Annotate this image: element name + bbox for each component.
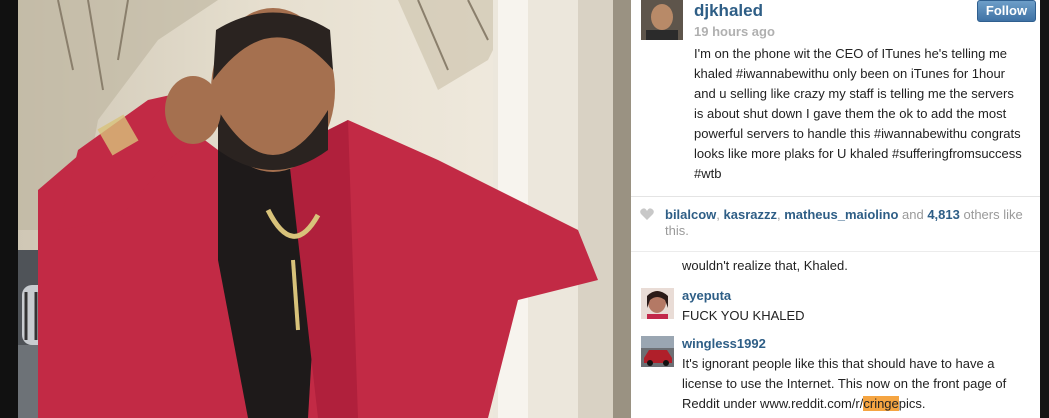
comment-text: wouldn't realize that, Khaled. — [682, 258, 848, 273]
post-side-panel: djkhaled 19 hours ago Follow I'm on the … — [631, 0, 1040, 418]
likes-section: bilalcow, kasrazzz, matheus_maiolino and… — [631, 196, 1040, 252]
comments-list: wouldn't realize that, Khaled. ayeputa F… — [631, 252, 1040, 418]
likes-and: and — [898, 207, 928, 222]
heart-icon[interactable] — [640, 208, 654, 220]
liker-link[interactable]: bilalcow — [665, 207, 716, 222]
comment-text: FUCK YOU KHALED — [682, 308, 805, 323]
avatar-image — [641, 336, 674, 367]
avatar[interactable] — [641, 0, 683, 40]
likes-text: bilalcow, kasrazzz, matheus_maiolino and… — [665, 207, 1025, 239]
avatar-image — [641, 288, 674, 319]
avatar[interactable] — [641, 288, 674, 319]
comment-text-part: pics. — [898, 396, 926, 411]
comment-username[interactable]: wingless1992 — [682, 336, 766, 352]
comment-username[interactable]: ayeputa — [682, 288, 731, 304]
photo-illustration — [18, 0, 631, 418]
avatar-image — [641, 0, 683, 40]
comment-text-part: It's ignorant people like this that shou… — [682, 356, 1007, 411]
post-header: djkhaled 19 hours ago Follow I'm on the … — [631, 0, 1040, 197]
post-timestamp: 19 hours ago — [694, 24, 775, 39]
window-frame-right — [1040, 0, 1049, 418]
liker-link[interactable]: matheus_maiolino — [784, 207, 898, 222]
follow-button[interactable]: Follow — [977, 0, 1036, 22]
likes-separator: , — [716, 207, 724, 222]
window-frame-left — [0, 0, 18, 418]
likes-count[interactable]: 4,813 — [927, 207, 960, 222]
post-photo[interactable] — [18, 0, 631, 418]
avatar[interactable] — [641, 336, 674, 367]
liker-link[interactable]: kasrazzz — [724, 207, 777, 222]
comment-text: It's ignorant people like this that shou… — [682, 354, 1027, 414]
post-caption: I'm on the phone wit the CEO of ITunes h… — [694, 46, 1022, 181]
highlighted-text: cringe — [863, 396, 899, 411]
post-username[interactable]: djkhaled — [694, 0, 763, 22]
